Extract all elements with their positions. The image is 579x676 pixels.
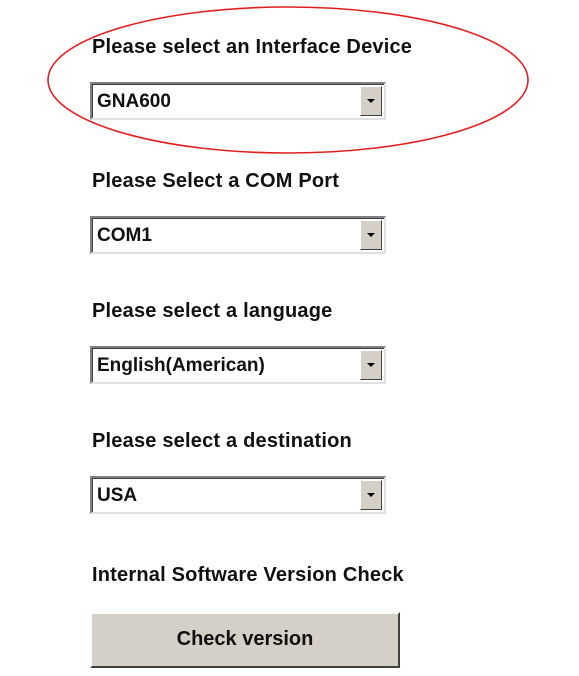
version-check-label: Internal Software Version Check (92, 564, 404, 586)
interface-device-select[interactable]: GNA600 (90, 82, 386, 120)
interface-device-dropdown-button[interactable] (360, 86, 382, 116)
com-port-label: Please Select a COM Port (92, 170, 340, 192)
language-value: English(American) (97, 355, 265, 376)
com-port-select[interactable]: COM1 (90, 216, 386, 254)
chevron-down-icon (367, 363, 375, 367)
com-port-dropdown-button[interactable] (360, 220, 382, 250)
destination-dropdown-button[interactable] (360, 480, 382, 510)
language-label: Please select a language (92, 300, 333, 322)
language-select[interactable]: English(American) (90, 346, 386, 384)
chevron-down-icon (367, 99, 375, 103)
destination-label: Please select a destination (92, 430, 352, 452)
com-port-value: COM1 (97, 225, 152, 246)
destination-select[interactable]: USA (90, 476, 386, 514)
check-version-button[interactable]: Check version (90, 612, 400, 668)
interface-device-value: GNA600 (97, 91, 171, 112)
interface-device-label: Please select an Interface Device (92, 36, 413, 58)
chevron-down-icon (367, 233, 375, 237)
chevron-down-icon (367, 493, 375, 497)
highlight-annotation-ellipse (47, 6, 529, 154)
language-dropdown-button[interactable] (360, 350, 382, 380)
destination-value: USA (97, 485, 138, 506)
